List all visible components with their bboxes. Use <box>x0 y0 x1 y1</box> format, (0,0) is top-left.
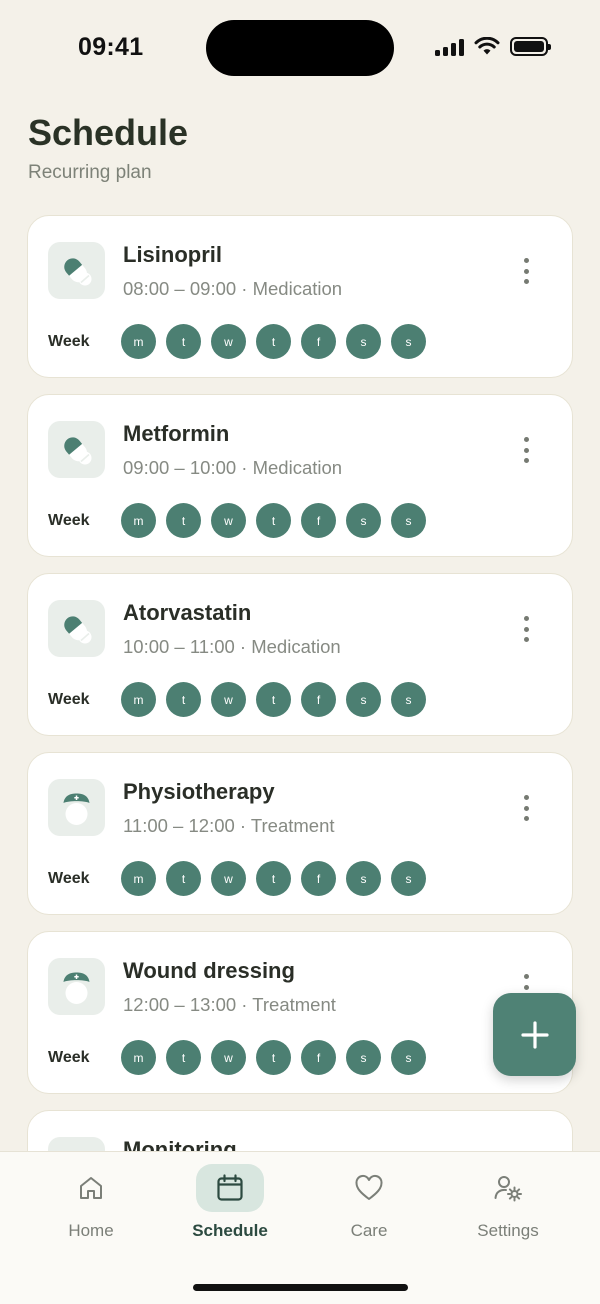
weekday-toggle[interactable]: s <box>346 324 381 359</box>
tab-label: Settings <box>477 1221 539 1240</box>
weekday-selector: mtwtfss <box>121 324 426 359</box>
card-title: Metformin <box>123 421 230 446</box>
card-subtitle: 10:00 – 11:00 · Medication <box>123 636 341 657</box>
status-bar: 09:41 <box>0 0 600 96</box>
weekday-toggle[interactable]: t <box>166 861 201 896</box>
wifi-icon <box>474 37 500 55</box>
schedule-card[interactable]: Metformin 09:00 – 10:00 · Medication Week m… <box>27 394 573 557</box>
card-subtitle: 09:00 – 10:00 · Medication <box>123 457 343 478</box>
tab-schedule[interactable]: Schedule <box>170 1164 290 1244</box>
weekday-toggle[interactable]: s <box>391 1040 426 1075</box>
tab-home[interactable]: Home <box>31 1164 151 1244</box>
week-label: Week <box>48 691 90 708</box>
home-icon <box>57 1164 125 1212</box>
weekday-toggle[interactable]: t <box>256 324 291 359</box>
weekday-toggle[interactable]: s <box>391 861 426 896</box>
more-options-icon[interactable] <box>516 793 536 823</box>
weekday-toggle[interactable]: s <box>391 682 426 717</box>
weekday-toggle[interactable]: w <box>211 503 246 538</box>
week-label: Week <box>48 870 90 887</box>
more-options-icon[interactable] <box>516 614 536 644</box>
weekday-toggle[interactable]: f <box>301 861 336 896</box>
weekday-selector: mtwtfss <box>121 682 426 717</box>
weekday-toggle[interactable]: t <box>256 682 291 717</box>
pill-icon <box>48 421 105 478</box>
weekday-toggle[interactable]: w <box>211 324 246 359</box>
weekday-toggle[interactable]: w <box>211 682 246 717</box>
weekday-toggle[interactable]: s <box>346 1040 381 1075</box>
more-options-icon[interactable] <box>516 256 536 286</box>
status-time: 09:41 <box>78 33 144 61</box>
weekday-toggle[interactable]: w <box>211 1040 246 1075</box>
card-subtitle: 12:00 – 13:00 · Treatment <box>123 994 336 1015</box>
schedule-card[interactable]: Lisinopril 08:00 – 09:00 · Medication Week… <box>27 215 573 378</box>
weekday-selector: mtwtfss <box>121 503 426 538</box>
week-label: Week <box>48 333 90 350</box>
weekday-toggle[interactable]: s <box>346 682 381 717</box>
weekday-toggle[interactable]: t <box>256 503 291 538</box>
weekday-toggle[interactable]: f <box>301 682 336 717</box>
weekday-toggle[interactable]: t <box>256 1040 291 1075</box>
dynamic-island <box>206 20 394 76</box>
schedule-card[interactable]: Atorvastatin 10:00 – 11:00 · Medication We… <box>27 573 573 736</box>
card-title: Lisinopril <box>123 242 222 267</box>
weekday-toggle[interactable]: m <box>121 324 156 359</box>
weekday-toggle[interactable]: m <box>121 503 156 538</box>
week-label: Week <box>48 1049 90 1066</box>
weekday-toggle[interactable]: f <box>301 1040 336 1075</box>
weekday-toggle[interactable]: t <box>166 503 201 538</box>
weekday-toggle[interactable]: m <box>121 861 156 896</box>
schedule-card[interactable]: Physiotherapy 11:00 – 12:00 · Treatment We… <box>27 752 573 915</box>
home-indicator <box>193 1284 408 1291</box>
tab-label: Home <box>68 1221 114 1240</box>
page-title: Schedule <box>28 112 189 153</box>
weekday-toggle[interactable]: t <box>256 861 291 896</box>
weekday-selector: mtwtfss <box>121 861 426 896</box>
bottom-tab-bar: Home Schedule Care Settings <box>0 1151 600 1304</box>
calendar-icon <box>196 1164 264 1212</box>
weekday-toggle[interactable]: f <box>301 503 336 538</box>
heart-icon <box>335 1164 403 1212</box>
tab-label: Schedule <box>192 1221 268 1240</box>
battery-icon <box>510 37 551 56</box>
schedule-card[interactable]: Wound dressing 12:00 – 13:00 · Treatment W… <box>27 931 573 1094</box>
nurse-icon <box>48 958 105 1015</box>
weekday-toggle[interactable]: m <box>121 682 156 717</box>
weekday-toggle[interactable]: s <box>346 861 381 896</box>
more-options-icon[interactable] <box>516 435 536 465</box>
nurse-icon <box>48 779 105 836</box>
card-subtitle: 11:00 – 12:00 · Treatment <box>123 815 335 836</box>
add-schedule-button[interactable] <box>493 993 576 1076</box>
weekday-toggle[interactable]: s <box>391 503 426 538</box>
tab-settings[interactable]: Settings <box>448 1164 568 1244</box>
card-subtitle: 08:00 – 09:00 · Medication <box>123 278 343 299</box>
card-title: Atorvastatin <box>123 600 252 625</box>
page-subtitle: Recurring plan <box>28 162 152 183</box>
week-label: Week <box>48 512 90 529</box>
card-title: Physiotherapy <box>123 779 275 804</box>
weekday-toggle[interactable]: t <box>166 1040 201 1075</box>
pill-icon <box>48 600 105 657</box>
weekday-toggle[interactable]: f <box>301 324 336 359</box>
weekday-toggle[interactable]: s <box>391 324 426 359</box>
weekday-toggle[interactable]: w <box>211 861 246 896</box>
pill-icon <box>48 242 105 299</box>
plus-icon <box>520 1020 549 1049</box>
weekday-selector: mtwtfss <box>121 1040 426 1075</box>
status-icons <box>435 37 551 56</box>
tab-label: Care <box>350 1221 388 1240</box>
weekday-toggle[interactable]: t <box>166 682 201 717</box>
cellular-signal-icon <box>435 38 464 56</box>
weekday-toggle[interactable]: t <box>166 324 201 359</box>
weekday-toggle[interactable]: m <box>121 1040 156 1075</box>
tab-care[interactable]: Care <box>309 1164 429 1244</box>
user-settings-icon <box>474 1164 542 1212</box>
weekday-toggle[interactable]: s <box>346 503 381 538</box>
card-title: Wound dressing <box>123 958 295 983</box>
